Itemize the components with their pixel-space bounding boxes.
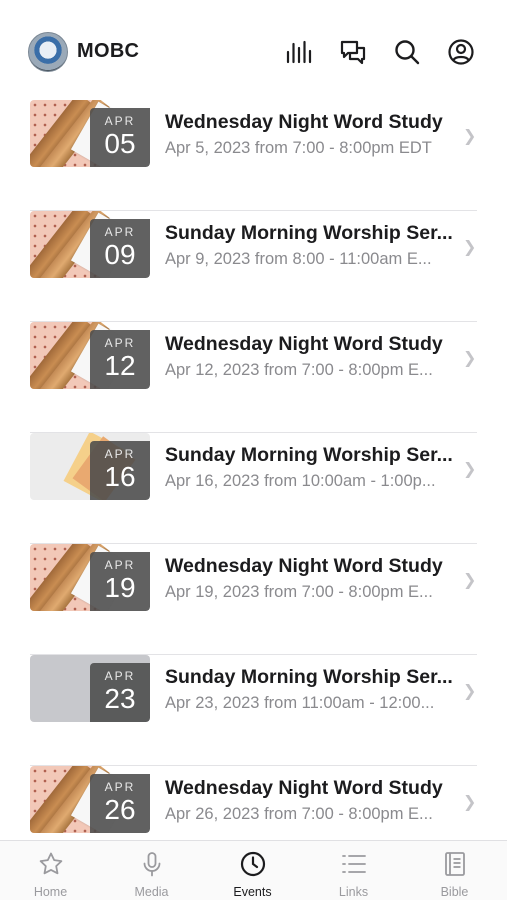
tab-label: Bible <box>440 885 469 899</box>
tab-links[interactable]: Links <box>303 841 404 900</box>
event-title: Wednesday Night Word Study <box>165 777 443 799</box>
tab-label: Home <box>33 885 68 899</box>
event-datetime: Apr 9, 2023 from 8:00 - 11:00am E... <box>165 250 432 268</box>
audio-bars-icon[interactable] <box>285 38 313 66</box>
chevron-right-icon: ❯ <box>463 794 477 811</box>
date-day: 23 <box>104 683 136 714</box>
date-badge: APR 16 <box>90 441 150 500</box>
event-thumbnail: APR 26 <box>30 766 150 833</box>
clock-icon <box>240 851 265 877</box>
date-month: APR <box>104 780 136 794</box>
date-day: 12 <box>104 350 136 381</box>
tab-bible[interactable]: Bible <box>404 841 505 900</box>
book-icon <box>444 852 465 876</box>
event-thumbnail: APR 19 <box>30 544 150 611</box>
event-row[interactable]: APR 12 Wednesday Night Word Study Apr 12… <box>0 322 507 433</box>
list-icon <box>341 855 366 873</box>
chevron-right-icon: ❯ <box>463 350 477 367</box>
event-thumbnail: APR 09 <box>30 211 150 278</box>
chevron-right-icon: ❯ <box>463 239 477 256</box>
date-month: APR <box>104 336 136 350</box>
events-list[interactable]: APR 05 Wednesday Night Word Study Apr 5,… <box>0 100 507 840</box>
bottom-tab-bar: Home Media Events Links Bible <box>0 840 507 900</box>
star-icon <box>39 852 62 875</box>
event-row[interactable]: APR 19 Wednesday Night Word Study Apr 19… <box>0 544 507 655</box>
date-month: APR <box>104 225 136 239</box>
date-badge: APR 12 <box>90 330 150 389</box>
date-month: APR <box>104 669 136 683</box>
chevron-right-icon: ❯ <box>463 128 477 145</box>
app-header: MOBC <box>0 0 507 100</box>
event-title: Wednesday Night Word Study <box>165 333 443 355</box>
date-day: 19 <box>104 572 136 603</box>
date-month: APR <box>104 114 136 128</box>
date-day: 26 <box>104 794 136 825</box>
event-row[interactable]: APR 09 Sunday Morning Worship Ser... Apr… <box>0 211 507 322</box>
microphone-icon <box>143 852 160 877</box>
profile-icon[interactable] <box>447 38 475 66</box>
date-day: 09 <box>104 239 136 270</box>
event-thumbnail: APR 16 <box>30 433 150 500</box>
event-title: Wednesday Night Word Study <box>165 111 443 133</box>
tab-media[interactable]: Media <box>101 841 202 900</box>
chevron-right-icon: ❯ <box>463 461 477 478</box>
event-datetime: Apr 26, 2023 from 7:00 - 8:00pm E... <box>165 805 433 823</box>
event-datetime: Apr 19, 2023 from 7:00 - 8:00pm E... <box>165 583 433 601</box>
chevron-right-icon: ❯ <box>463 683 477 700</box>
date-badge: APR 05 <box>90 108 150 167</box>
tab-home[interactable]: Home <box>0 841 101 900</box>
church-logo[interactable] <box>28 32 68 72</box>
tab-events[interactable]: Events <box>202 841 303 900</box>
tab-label: Links <box>338 885 369 899</box>
date-badge: APR 19 <box>90 552 150 611</box>
search-icon[interactable] <box>393 38 421 66</box>
date-badge: APR 09 <box>90 219 150 278</box>
tab-label: Events <box>233 885 272 899</box>
date-month: APR <box>104 558 136 572</box>
event-datetime: Apr 12, 2023 from 7:00 - 8:00pm E... <box>165 361 433 379</box>
date-badge: APR 26 <box>90 774 150 833</box>
event-row[interactable]: APR 16 Sunday Morning Worship Ser... Apr… <box>0 433 507 544</box>
event-datetime: Apr 5, 2023 from 7:00 - 8:00pm EDT <box>165 139 432 157</box>
app-title: MOBC <box>77 40 140 62</box>
date-month: APR <box>104 447 136 461</box>
event-title: Wednesday Night Word Study <box>165 555 443 577</box>
date-day: 16 <box>104 461 136 492</box>
tab-label: Media <box>134 885 169 899</box>
event-thumbnail: APR 23 <box>30 655 150 722</box>
event-datetime: Apr 23, 2023 from 11:00am - 12:00... <box>165 694 435 712</box>
date-day: 05 <box>104 128 136 159</box>
event-thumbnail: APR 05 <box>30 100 150 167</box>
chevron-right-icon: ❯ <box>463 572 477 589</box>
event-row[interactable]: APR 26 Wednesday Night Word Study Apr 26… <box>0 766 507 840</box>
event-title: Sunday Morning Worship Ser... <box>165 666 453 688</box>
event-title: Sunday Morning Worship Ser... <box>165 222 453 244</box>
event-title: Sunday Morning Worship Ser... <box>165 444 453 466</box>
event-row[interactable]: APR 23 Sunday Morning Worship Ser... Apr… <box>0 655 507 766</box>
chat-icon[interactable] <box>339 38 367 66</box>
event-row[interactable]: APR 05 Wednesday Night Word Study Apr 5,… <box>0 100 507 211</box>
event-thumbnail: APR 12 <box>30 322 150 389</box>
date-badge: APR 23 <box>90 663 150 722</box>
event-datetime: Apr 16, 2023 from 10:00am - 1:00p... <box>165 472 436 490</box>
